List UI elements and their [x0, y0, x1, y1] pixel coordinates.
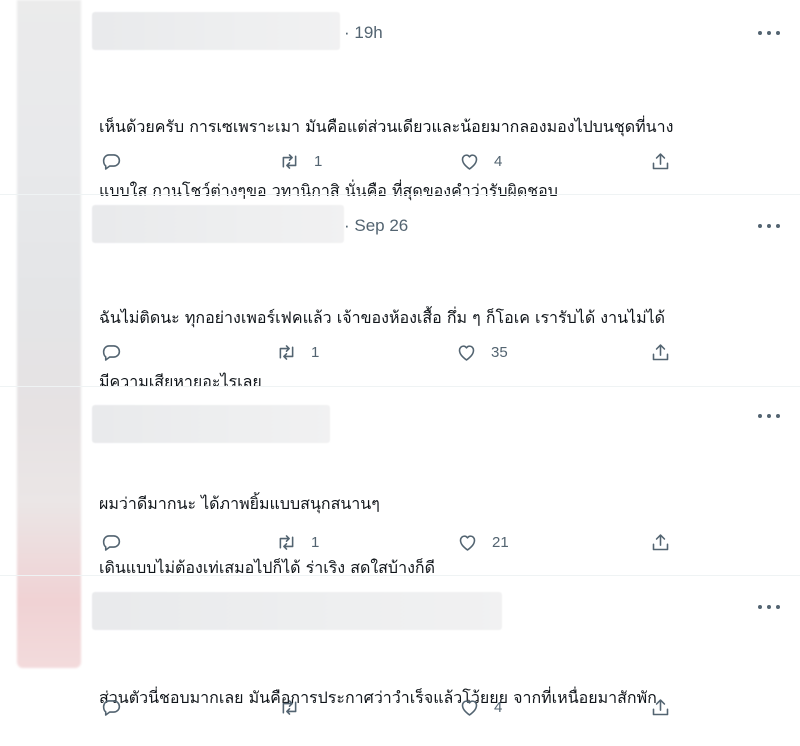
reply-button[interactable] — [101, 342, 122, 363]
tweet-time[interactable]: · 19h — [344, 23, 383, 43]
more-icon — [758, 414, 762, 418]
more-icon — [758, 224, 762, 228]
share-button[interactable] — [650, 151, 671, 172]
retweet-icon — [282, 154, 297, 169]
retweet-button[interactable]: 1 — [279, 151, 322, 172]
tweet-text-line: ผมว่าดีมากนะ ได้ภาพยิ้มแบบสนุกสนานๆ — [99, 494, 380, 513]
share-icon — [652, 344, 669, 361]
tweet-time[interactable]: · Sep 26 — [344, 216, 408, 236]
tweet-text-line: ฉันไม่ติดนะ ทุกอย่างเพอร์เฟคแล้ว เจ้าของ… — [99, 308, 666, 327]
reply-icon — [102, 154, 121, 170]
tweet-actions: 1 35 — [0, 342, 800, 370]
like-count: 21 — [492, 534, 509, 551]
more-icon — [758, 31, 762, 35]
like-button[interactable]: 4 — [459, 151, 502, 172]
tweet-3[interactable]: ผมว่าดีมากนะ ได้ภาพยิ้มแบบสนุกสนานๆ เดิน… — [0, 387, 800, 577]
reply-button[interactable] — [101, 532, 122, 553]
reply-icon — [102, 345, 121, 361]
retweet-count: 1 — [311, 344, 320, 361]
retweet-button[interactable] — [279, 697, 314, 718]
more-options-button[interactable] — [758, 221, 780, 231]
blurred-username — [92, 592, 502, 630]
heart-icon — [461, 700, 478, 716]
share-icon — [652, 534, 669, 551]
blurred-username — [92, 12, 340, 50]
reply-icon — [102, 535, 121, 551]
retweet-icon — [279, 345, 294, 360]
reply-button[interactable] — [101, 151, 122, 172]
tweet-actions: 1 21 — [0, 532, 800, 560]
retweet-count: 1 — [311, 534, 320, 551]
tweet-2[interactable]: · Sep 26 ฉันไม่ติดนะ ทุกอย่างเพอร์เฟคแล้… — [0, 195, 800, 391]
reply-button[interactable] — [101, 697, 122, 718]
retweet-icon — [279, 535, 294, 550]
reply-icon — [102, 700, 121, 716]
retweet-count: 1 — [314, 153, 323, 170]
share-button[interactable] — [650, 697, 671, 718]
tweet-text-line: เห็นด้วยครับ การเซเพราะเมา มันคือแต่ส่วน… — [99, 117, 674, 136]
tweet-actions: 4 — [0, 697, 800, 725]
blurred-username — [92, 205, 344, 243]
more-icon — [758, 605, 762, 609]
blurred-username — [92, 405, 330, 443]
retweet-button[interactable]: 1 — [276, 342, 319, 363]
like-button[interactable]: 4 — [459, 697, 502, 718]
like-button[interactable]: 35 — [456, 342, 508, 363]
tweet-actions: 1 4 — [0, 151, 800, 179]
more-options-button[interactable] — [758, 602, 780, 612]
more-options-button[interactable] — [758, 28, 780, 38]
tweet-4[interactable]: ส่วนตัวนี่ชอบมากเลย มันคือการประกาศว่าวำ… — [0, 576, 800, 734]
retweet-button[interactable]: 1 — [276, 532, 319, 553]
like-button[interactable]: 21 — [457, 532, 509, 553]
heart-icon — [458, 345, 475, 361]
share-icon — [652, 153, 669, 170]
like-count: 4 — [494, 699, 503, 716]
heart-icon — [459, 535, 476, 551]
share-icon — [652, 699, 669, 716]
more-options-button[interactable] — [758, 411, 780, 421]
like-count: 4 — [494, 153, 503, 170]
share-button[interactable] — [650, 532, 671, 553]
retweet-icon — [282, 700, 297, 715]
tweet-1[interactable]: · 19h เห็นด้วยครับ การเซเพราะเมา มันคือแ… — [0, 0, 800, 200]
like-count: 35 — [491, 344, 508, 361]
share-button[interactable] — [650, 342, 671, 363]
heart-icon — [461, 154, 478, 170]
